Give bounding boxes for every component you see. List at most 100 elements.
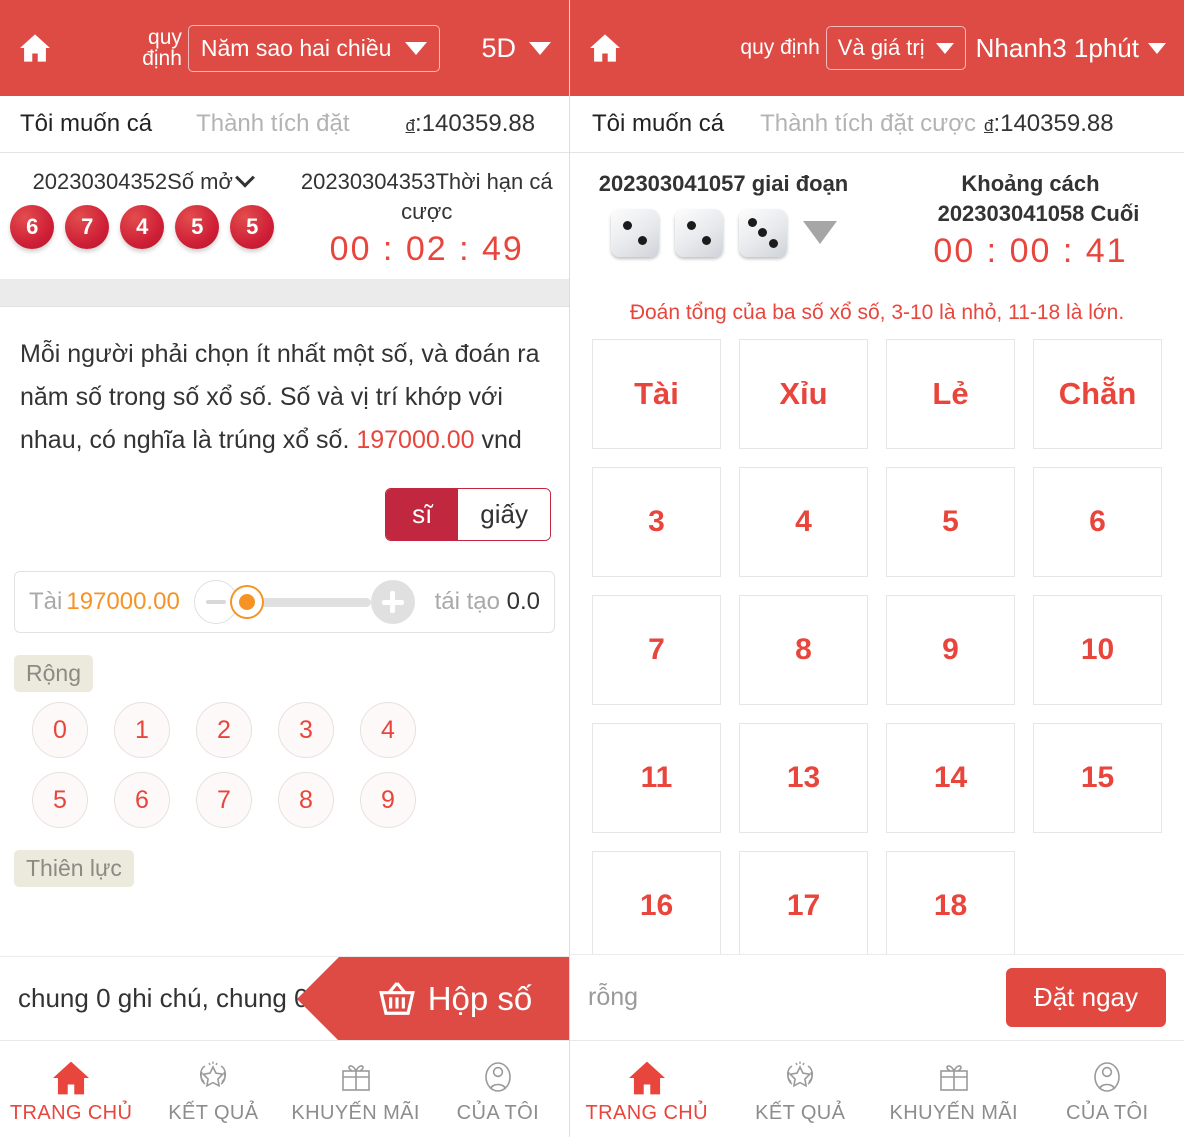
nav-item-home[interactable]: TRANG CHỦ <box>570 1054 724 1125</box>
number-cell[interactable]: 4 <box>360 702 416 759</box>
number-cell[interactable]: 6 <box>114 772 170 829</box>
number-cell[interactable]: 2 <box>196 702 252 759</box>
tab-my-bet-right[interactable]: Tôi muốn cá <box>592 110 724 138</box>
unit-option-selected[interactable]: sĩ <box>386 489 459 541</box>
home-button-right[interactable] <box>588 33 684 63</box>
number-cell[interactable]: 5 <box>32 772 88 829</box>
bottom-nav-right: TRANG CHỦ KẾT QUẢ KHUYẾN MÃI CỦA TÔI <box>570 1040 1184 1137</box>
home-icon <box>20 34 50 62</box>
user-icon <box>479 1054 517 1096</box>
open-result-col[interactable]: 20230304352Số mở 6 7 4 5 5 <box>0 167 285 269</box>
lottery-ball: 5 <box>175 204 220 249</box>
bet-cell[interactable]: 15 <box>1033 723 1162 834</box>
left-top-bar: quy định Năm sao hai chiều 5D <box>0 0 569 96</box>
number-cell[interactable]: 0 <box>32 702 88 759</box>
next-label-right: Khoảng cách <box>961 171 1100 196</box>
chevron-down-icon[interactable] <box>235 167 255 188</box>
unit-toggle[interactable]: sĩ giấy <box>385 488 551 542</box>
nav-label: TRANG CHỦ <box>585 1101 708 1124</box>
mode-select-left[interactable]: 5D <box>481 33 551 64</box>
number-cell[interactable]: 8 <box>278 772 334 829</box>
bet-grid: Tài Xỉu Lẻ Chẵn 3 4 5 6 7 8 9 10 11 13 1… <box>570 339 1184 962</box>
nav-label: TRANG CHỦ <box>9 1101 133 1124</box>
game-select-left[interactable]: Năm sao hai chiều <box>187 24 441 72</box>
nav-item-results[interactable]: KẾT QUẢ <box>724 1054 878 1125</box>
section-divider <box>0 279 569 308</box>
game-select-right[interactable]: Và giá trị <box>825 26 966 70</box>
open-result-title-right: 202303041057 giai đoạn <box>570 169 877 199</box>
mode-select-right[interactable]: Nhanh3 1phút <box>976 33 1166 64</box>
wreath-star-icon <box>780 1054 820 1096</box>
bet-cell[interactable]: 6 <box>1033 467 1162 578</box>
bet-now-button[interactable]: Đặt ngay <box>1005 968 1166 1027</box>
nav-item-home[interactable]: TRANG CHỦ <box>0 1054 142 1125</box>
bet-cell[interactable]: 4 <box>739 467 868 578</box>
bet-cell[interactable]: 3 <box>592 467 721 578</box>
die-3 <box>738 208 787 257</box>
position-tag-2[interactable]: Thiên lực <box>14 850 134 888</box>
number-cell[interactable]: 1 <box>114 702 170 759</box>
tab-bet-record-left[interactable]: Thành tích đặt <box>196 110 349 138</box>
bet-cell[interactable]: 17 <box>739 851 868 962</box>
die-2 <box>674 208 723 257</box>
bet-cell[interactable]: Tài <box>592 339 721 450</box>
nav-item-promotion[interactable]: KHUYẾN MÃI <box>285 1054 427 1125</box>
rule-text-left: Mỗi người phải chọn ít nhất một số, và đ… <box>0 307 569 466</box>
bet-cell[interactable]: Xỉu <box>739 339 868 450</box>
chevron-down-icon <box>529 41 551 55</box>
nav-item-mine[interactable]: CỦA TÔI <box>1031 1054 1184 1125</box>
tab-bet-record-right[interactable]: Thành tích đặt cược <box>760 110 976 138</box>
plus-icon[interactable] <box>370 580 415 625</box>
number-cell[interactable]: 9 <box>360 772 416 829</box>
bet-cell[interactable]: 16 <box>592 851 721 962</box>
home-button-left[interactable] <box>18 33 114 63</box>
lottery-balls: 6 7 4 5 5 <box>0 204 285 249</box>
bet-cell[interactable]: 18 <box>886 851 1015 962</box>
next-draw-title-right: Khoảng cách 202303041058 Cuối <box>877 169 1184 228</box>
nav-item-promotion[interactable]: KHUYẾN MÃI <box>877 1054 1031 1125</box>
right-header-controls: quy định Và giá trị Nhanh3 1phút <box>684 26 1166 70</box>
right-tab-row: Tôi muốn cá Thành tích đặt cược đ :14035… <box>570 96 1184 153</box>
nav-item-results[interactable]: KẾT QUẢ <box>142 1054 284 1125</box>
number-cell[interactable]: 7 <box>196 772 252 829</box>
right-top-bar: quy định Và giá trị Nhanh3 1phút <box>570 0 1184 96</box>
unit-toggle-wrap: sĩ giấy <box>0 466 569 542</box>
lottery-ball: 7 <box>65 204 110 249</box>
nav-item-mine[interactable]: CỦA TÔI <box>427 1054 569 1125</box>
nav-label: KẾT QUẢ <box>168 1101 259 1124</box>
balance-right: đ :140359.88 <box>984 110 1114 138</box>
left-tab-row: Tôi muốn cá Thành tích đặt đ :140359.88 <box>0 96 569 153</box>
multiplier-value: 0.0 <box>506 588 540 616</box>
nav-label: KHUYẾN MÃI <box>889 1101 1018 1124</box>
bet-cell[interactable]: 9 <box>886 595 1015 706</box>
bet-cell[interactable]: 5 <box>886 467 1015 578</box>
position-tag-1[interactable]: Rộng <box>14 655 93 693</box>
left-panel: quy định Năm sao hai chiều 5D Tôi muốn c… <box>0 0 570 1137</box>
unit-option-other[interactable]: giấy <box>458 489 550 541</box>
rule-label-left[interactable]: quy định <box>114 26 182 70</box>
bet-cell[interactable]: 10 <box>1033 595 1162 706</box>
open-result-col-right[interactable]: 202303041057 giai đoạn <box>570 169 877 271</box>
left-draw-section: 20230304352Số mở 6 7 4 5 5 20230304353Th… <box>0 153 569 273</box>
stake-slider-track[interactable] <box>231 587 371 618</box>
bet-cell[interactable]: Lẻ <box>886 339 1015 450</box>
currency-symbol: đ <box>983 116 994 135</box>
tab-my-bet-left[interactable]: Tôi muốn cá <box>20 110 152 138</box>
bet-cell[interactable]: 8 <box>739 595 868 706</box>
number-row-2: 5 6 7 8 9 <box>32 772 555 829</box>
bet-cell[interactable]: 11 <box>592 723 721 834</box>
bet-cell[interactable]: Chẵn <box>1033 339 1162 450</box>
next-suffix-right: Cuối <box>1090 200 1140 226</box>
bottom-nav-left: TRANG CHỦ KẾT QUẢ KHUYẾN MÃI CỦA TÔI <box>0 1040 569 1137</box>
bet-cell[interactable]: 13 <box>739 723 868 834</box>
bet-cell[interactable]: 7 <box>592 595 721 706</box>
rule-label-right[interactable]: quy định <box>740 37 819 59</box>
bet-cell[interactable]: 14 <box>886 723 1015 834</box>
number-cell[interactable]: 3 <box>278 702 334 759</box>
open-label-right: giai đoạn <box>751 171 849 196</box>
rule-amount: 197000.00 <box>356 426 475 455</box>
open-issue-left: 20230304352 <box>32 169 168 194</box>
chevron-down-icon[interactable] <box>802 221 837 245</box>
stake-slider-knob[interactable] <box>231 587 262 618</box>
cart-button[interactable]: Hộp số <box>297 957 569 1041</box>
